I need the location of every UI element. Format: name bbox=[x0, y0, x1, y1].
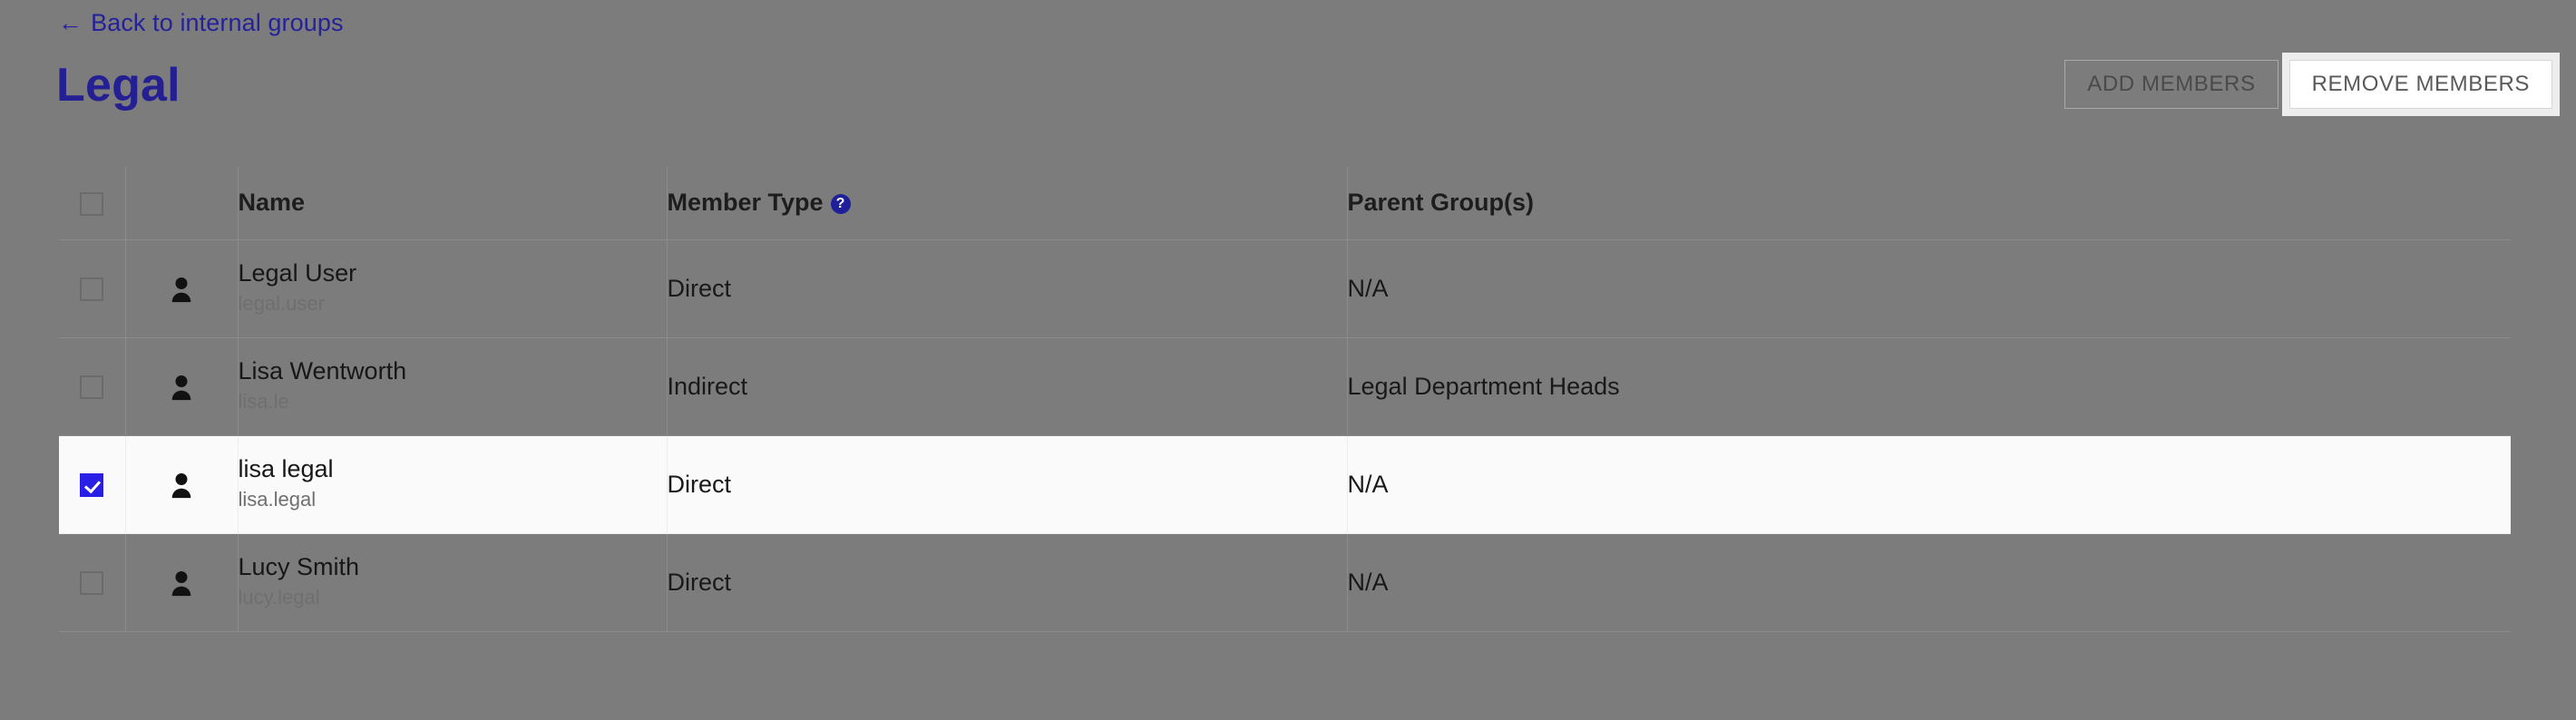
parent-groups-value: N/A bbox=[1347, 435, 2511, 534]
parent-groups-value: N/A bbox=[1347, 239, 2511, 338]
avatar-header bbox=[125, 167, 239, 240]
help-icon[interactable]: ? bbox=[830, 194, 851, 215]
row-avatar-cell bbox=[125, 533, 239, 632]
back-link-label: Back to internal groups bbox=[91, 9, 344, 36]
members-table: Name Member Type? Parent Group(s) Legal … bbox=[59, 167, 2511, 632]
row-name-cell: lisa legal lisa.legal bbox=[238, 435, 668, 534]
row-checkbox[interactable] bbox=[80, 473, 104, 498]
left-arrow-icon: ← bbox=[58, 9, 83, 36]
table-row[interactable]: Lisa Wentworth lisa.le Indirect Legal Depar… bbox=[59, 337, 2511, 436]
add-members-button[interactable]: ADD MEMBERS bbox=[2064, 60, 2278, 109]
table-body: Legal User legal.user Direct N/A Lisa Wentwo… bbox=[59, 239, 2511, 632]
row-avatar-cell bbox=[125, 435, 239, 534]
person-icon bbox=[171, 570, 191, 597]
select-all-header bbox=[59, 167, 126, 240]
member-type-value: Direct bbox=[667, 239, 1348, 338]
person-icon bbox=[171, 277, 191, 303]
member-username: lisa.legal bbox=[238, 488, 317, 511]
page-title: Legal bbox=[56, 59, 181, 112]
table-row[interactable]: Legal User legal.user Direct N/A bbox=[59, 239, 2511, 338]
row-select-cell bbox=[59, 435, 126, 534]
member-type-value: Direct bbox=[667, 435, 1348, 534]
row-select-cell bbox=[59, 533, 126, 632]
table-row[interactable]: Lucy Smith lucy.legal Direct N/A bbox=[59, 533, 2511, 632]
member-name: Lisa Wentworth bbox=[238, 357, 407, 385]
member-type-header: Member Type? bbox=[667, 167, 1348, 240]
toolbar-actions: ADD MEMBERS REMOVE MEMBERS bbox=[2064, 53, 2560, 116]
member-username: lucy.legal bbox=[238, 586, 320, 609]
person-icon bbox=[171, 472, 191, 499]
member-type-value: Indirect bbox=[667, 337, 1348, 436]
parent-groups-header: Parent Group(s) bbox=[1347, 167, 2511, 240]
row-checkbox[interactable] bbox=[80, 277, 104, 302]
table-row[interactable]: lisa legal lisa.legal Direct N/A bbox=[59, 435, 2511, 534]
row-select-cell bbox=[59, 337, 126, 436]
member-username: lisa.le bbox=[238, 390, 289, 414]
member-username: legal.user bbox=[238, 292, 325, 316]
member-name: Lucy Smith bbox=[238, 553, 360, 581]
member-name: lisa legal bbox=[238, 455, 334, 483]
table-header: Name Member Type? Parent Group(s) bbox=[59, 167, 2511, 240]
member-type-value: Direct bbox=[667, 533, 1348, 632]
row-avatar-cell bbox=[125, 239, 239, 338]
row-name-cell: Legal User legal.user bbox=[238, 239, 668, 338]
row-checkbox[interactable] bbox=[80, 571, 104, 596]
back-to-internal-groups-link[interactable]: ← Back to internal groups bbox=[58, 9, 344, 37]
parent-groups-value: Legal Department Heads bbox=[1347, 337, 2511, 436]
row-select-cell bbox=[59, 239, 126, 338]
row-name-cell: Lisa Wentworth lisa.le bbox=[238, 337, 668, 436]
row-name-cell: Lucy Smith lucy.legal bbox=[238, 533, 668, 632]
person-icon bbox=[171, 375, 191, 401]
member-type-header-label: Member Type bbox=[667, 189, 824, 217]
name-header: Name bbox=[238, 167, 668, 240]
page-root: ← Back to internal groups Legal ADD MEMB… bbox=[0, 0, 2576, 720]
row-checkbox[interactable] bbox=[80, 375, 104, 400]
member-name: Legal User bbox=[238, 259, 357, 287]
select-all-checkbox[interactable] bbox=[80, 192, 104, 217]
table-header-row: Name Member Type? Parent Group(s) bbox=[59, 167, 2511, 240]
remove-members-button[interactable]: REMOVE MEMBERS bbox=[2288, 60, 2552, 109]
row-avatar-cell bbox=[125, 337, 239, 436]
parent-groups-value: N/A bbox=[1347, 533, 2511, 632]
remove-members-focus-ring: REMOVE MEMBERS bbox=[2281, 53, 2560, 116]
